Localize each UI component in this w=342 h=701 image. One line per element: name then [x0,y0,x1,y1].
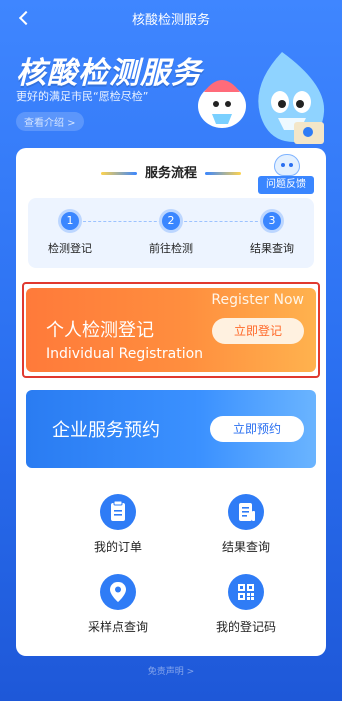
enterprise-booking-card[interactable]: 企业服务预约 立即预约 [26,390,316,468]
step-label: 前往检测 [149,242,193,255]
quick-link-label: 结果查询 [221,540,270,554]
quick-link-result-query[interactable]: 结果查询 [186,494,306,555]
decor-line-right [205,172,241,175]
feedback-label: 问题反馈 [258,176,314,194]
hero-subtitle: 更好的满足市民“愿检尽检” [16,90,149,103]
back-button[interactable] [14,7,34,29]
step-3: 3 结果查询 [232,212,312,256]
clipboard-icon [100,494,136,530]
registration-title: 个人检测登记 [46,320,154,341]
intro-link[interactable]: 查看介绍 > [16,112,84,131]
hero-title: 核酸检测服务 [16,56,202,91]
quick-link-label: 我的订单 [93,540,142,554]
quick-link-sampling-sites[interactable]: 采样点查询 [58,574,178,635]
step-2: 2 前往检测 [131,212,211,256]
qr-code-icon [228,574,264,610]
quick-link-registration-code[interactable]: 我的登记码 [186,574,306,635]
document-icon [228,494,264,530]
registration-title-en: Individual Registration [46,346,204,362]
individual-registration-card[interactable]: Register Now 个人检测登记 Individual Registrat… [26,288,316,372]
quick-link-label: 我的登记码 [215,620,276,634]
flow-title: 服务流程 [144,166,197,181]
step-1: 1 检测登记 [30,212,110,256]
top-bar: 核酸检测服务 [0,0,342,36]
feedback-button[interactable]: 问题反馈 [258,154,314,198]
decor-line-left [100,172,137,175]
step-label: 结果查询 [250,242,294,255]
chevron-left-icon [18,10,34,26]
disclaimer-link[interactable]: 免责声明 > [0,664,342,677]
step-number: 2 [162,212,180,230]
step-label: 检测登记 [48,242,92,255]
register-now-button[interactable]: 立即登记 [212,318,304,344]
book-now-button[interactable]: 立即预约 [210,416,304,442]
step-number: 1 [61,212,79,230]
step-number: 3 [263,212,281,230]
quick-link-label: 采样点查询 [87,620,148,634]
process-steps: 1 检测登记 2 前往检测 3 结果查询 [28,198,314,268]
enterprise-title: 企业服务预约 [52,420,160,441]
mascot-illustration [198,52,325,144]
quick-link-my-orders[interactable]: 我的订单 [58,494,178,555]
service-card: 服务流程 问题反馈 1 检测登记 2 前往检测 3 结果查询 Register … [16,148,326,656]
hero-banner: 核酸检测服务 更好的满足市民“愿检尽检” 查看介绍 > [0,36,342,146]
page-title: 核酸检测服务 [131,12,210,28]
location-pin-icon [100,574,136,610]
feedback-mascot-icon [274,154,300,176]
register-now-tag: Register Now [211,292,304,308]
